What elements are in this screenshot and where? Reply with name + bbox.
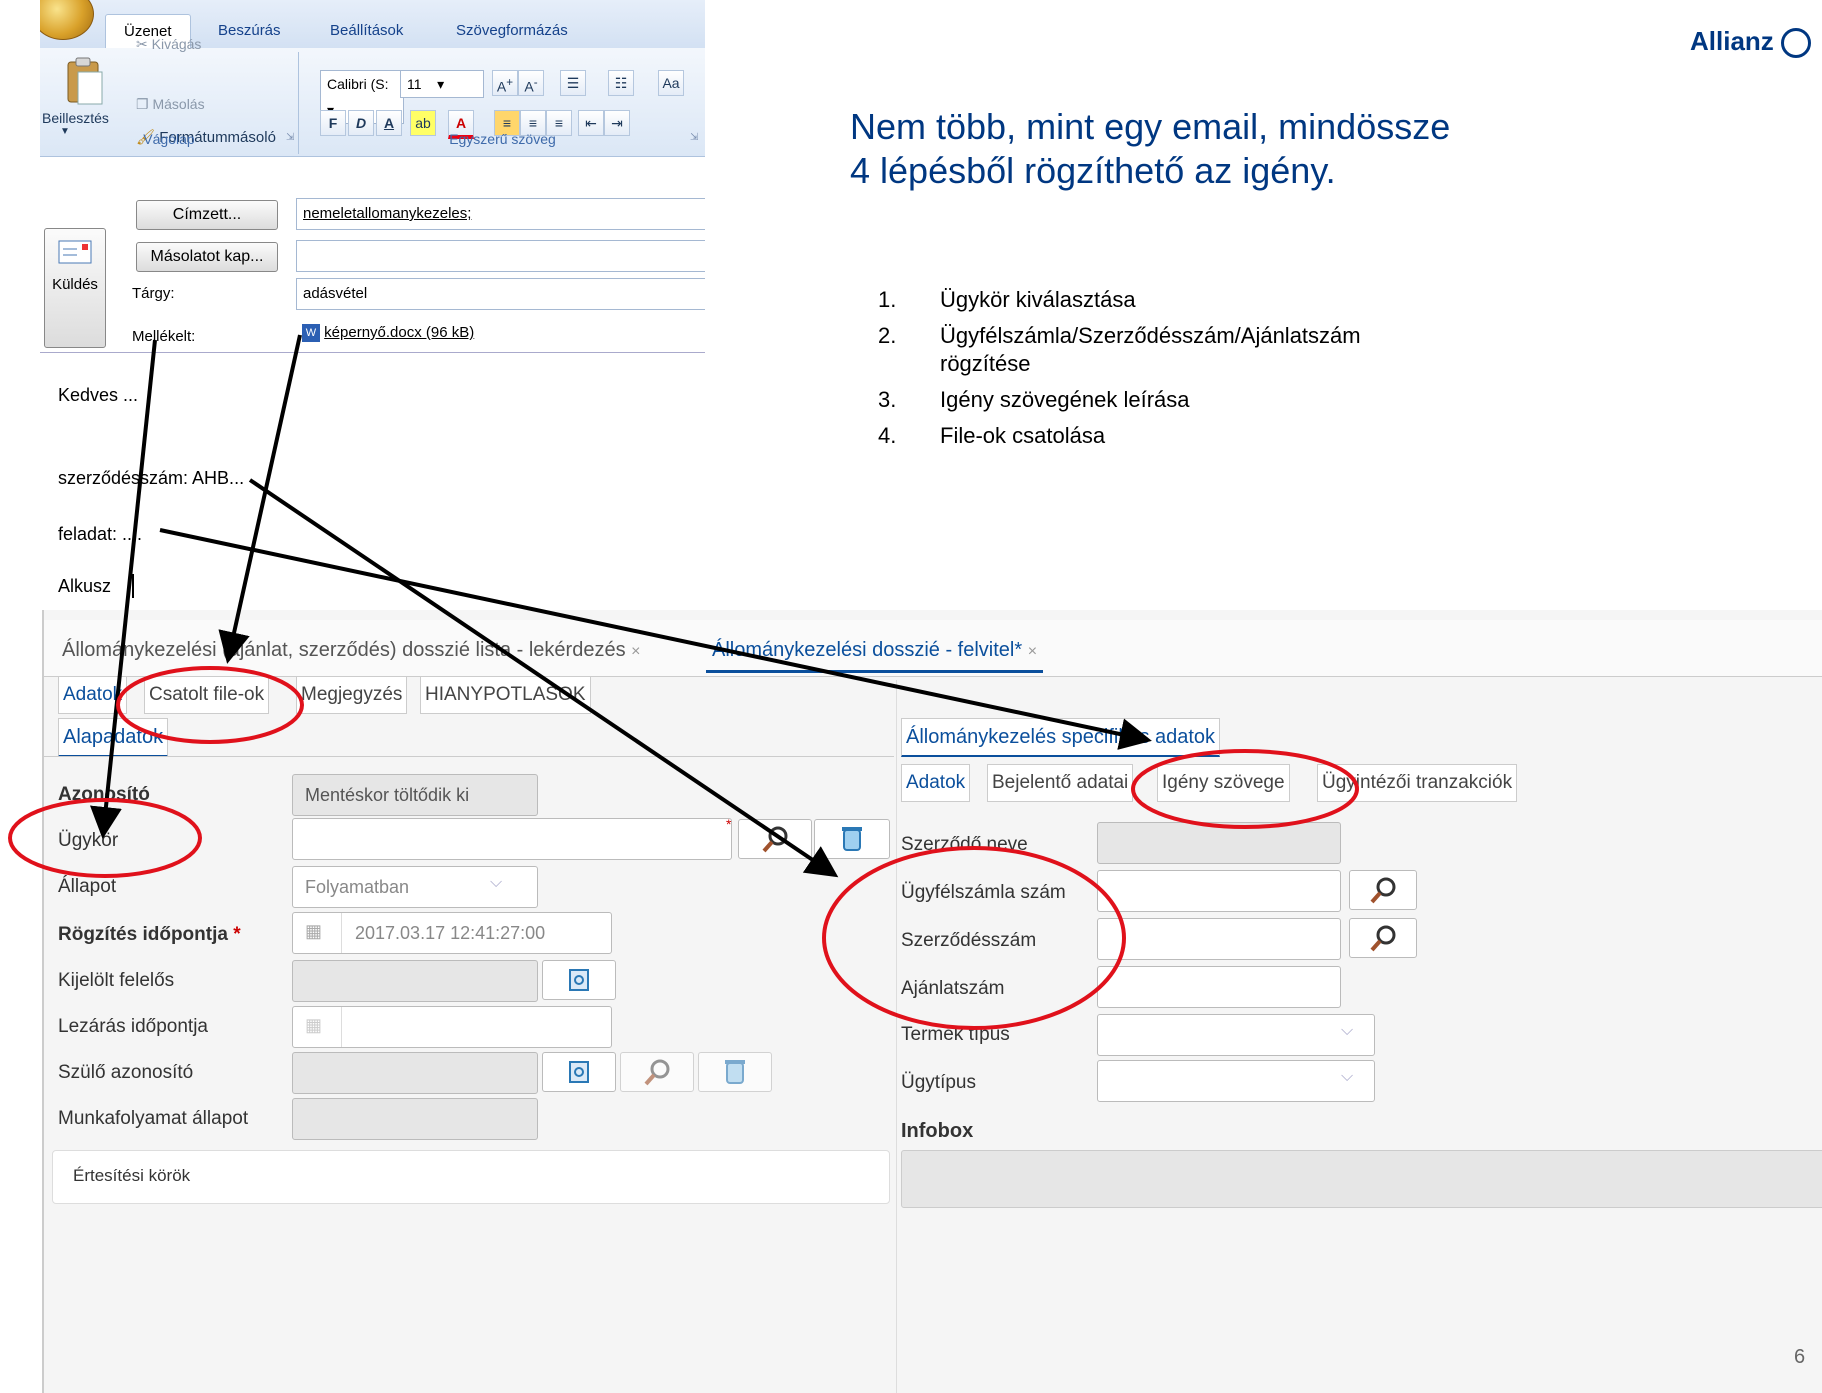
arrow-attachment-to-files — [218, 334, 302, 664]
annotation-overlay — [8, 334, 1359, 1030]
arrow-task-to-request-text — [159, 528, 1152, 750]
annotation-circles — [8, 666, 1359, 1030]
arrow-subject-to-ugykor — [90, 339, 157, 839]
circle-csatolt-file-ok — [116, 666, 304, 744]
circle-igeny-szovege — [1131, 749, 1359, 829]
arrow-contract-to-fields — [248, 478, 839, 878]
circle-account-fields — [822, 846, 1126, 1030]
annotation-arrows — [90, 334, 1152, 878]
